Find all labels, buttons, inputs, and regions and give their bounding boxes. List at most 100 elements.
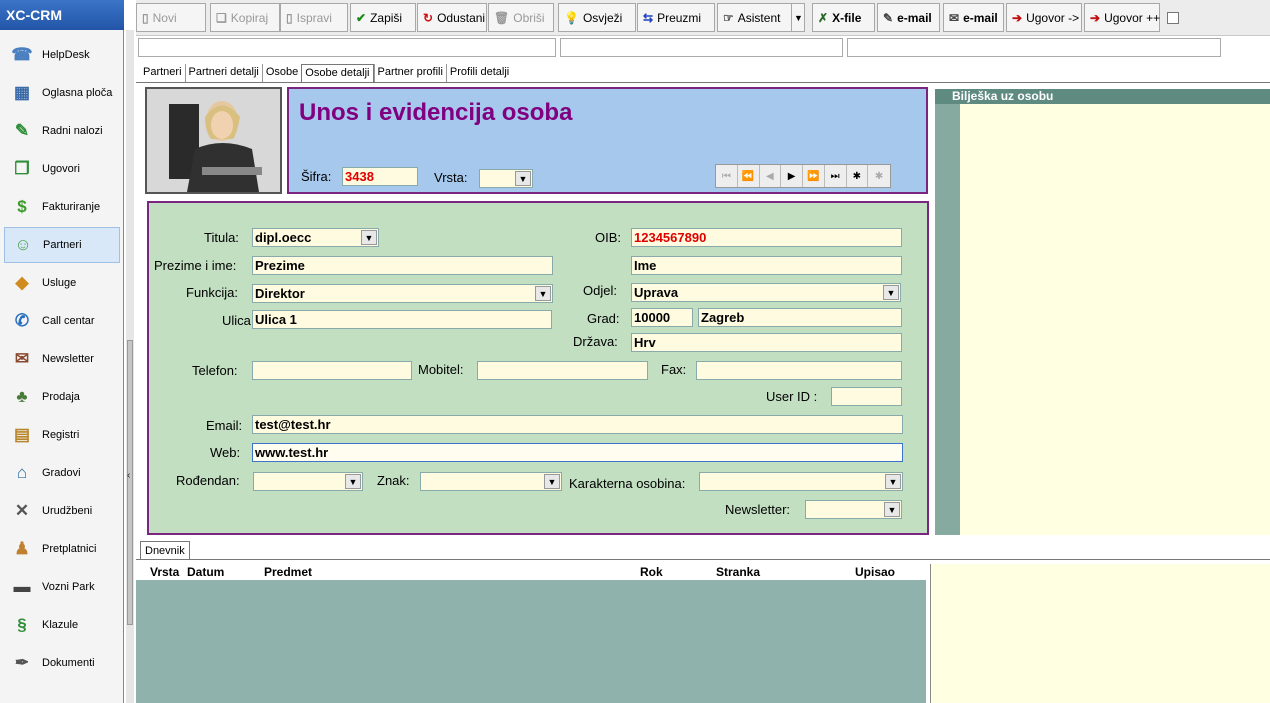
chevron-down-icon[interactable]: ▼ [884, 502, 900, 517]
sidebar-item-documents[interactable]: ✒ Dokumenti [4, 645, 120, 681]
column-header-rok[interactable]: Rok [640, 565, 663, 579]
new-record-icon[interactable]: ✱ [847, 165, 869, 187]
novi-button-0[interactable]: ▯ Novi [136, 3, 206, 32]
user-id-field[interactable] [831, 387, 902, 406]
sidebar-item-partners[interactable]: ☺ Partneri [4, 227, 120, 263]
telefon-field[interactable] [252, 361, 412, 380]
odjel-select[interactable]: Uprava ▼ [631, 283, 901, 302]
tab-profili-detalji[interactable]: Profili detalji [445, 64, 512, 83]
vrsta-select[interactable]: ▼ [479, 169, 533, 188]
titula-select[interactable]: dipl.oecc ▼ [252, 228, 379, 247]
delete-icon: 🗑 [494, 10, 510, 25]
sidebar-item-services[interactable]: ◆ Usluge [4, 265, 120, 301]
sidebar-item-call-center[interactable]: ✆ Call centar [4, 303, 120, 339]
sidebar-scroll-thumb[interactable] [127, 340, 133, 625]
assistant-dropdown-icon[interactable]: ▼ [791, 3, 805, 32]
collapse-arrow-icon[interactable]: ‹ [127, 470, 130, 481]
chevron-down-icon[interactable]: ▼ [515, 171, 531, 186]
oib-field[interactable]: 1234567890 [631, 228, 902, 247]
note-textarea[interactable] [960, 104, 1270, 535]
dnevnik-grid-body[interactable] [136, 580, 926, 703]
sidebar-item-invoice[interactable]: $ Fakturiranje [4, 189, 120, 225]
tab-osobe[interactable]: Osobe [261, 64, 301, 83]
sidebar-item-label: Registri [42, 429, 80, 441]
zapi-i-button-3[interactable]: ✔ Zapiši [350, 3, 416, 32]
sidebar-item-notice-board[interactable]: ▦ Oglasna ploča [4, 75, 120, 111]
postanski-broj-field[interactable]: 10000 [631, 308, 693, 327]
sidebar-item-registers[interactable]: ▤ Registri [4, 417, 120, 453]
prezime-field[interactable]: Prezime [252, 256, 553, 275]
sidebar-item-registry[interactable]: ✕ Urudžbeni [4, 493, 120, 529]
kopiraj-button-1[interactable]: ❏ Kopiraj [210, 3, 280, 32]
chevron-down-icon[interactable]: ▼ [361, 230, 377, 245]
rodjendan-select[interactable]: ▼ [253, 472, 363, 491]
cities-icon: ⌂ [16, 463, 28, 482]
tab-partneri[interactable]: Partneri [140, 64, 185, 83]
obri-i-button-5[interactable]: 🗑 Obriši [488, 3, 554, 32]
column-header-stranka[interactable]: Stranka [716, 565, 760, 579]
funkcija-select[interactable]: Direktor ▼ [252, 284, 553, 303]
chevron-down-icon[interactable]: ▼ [345, 474, 361, 489]
e-mail-button-11[interactable]: ✉ e-mail [943, 3, 1004, 32]
chevron-down-icon[interactable]: ▼ [883, 285, 899, 300]
odustani-button-4[interactable]: ↻ Odustani [417, 3, 487, 32]
delete-record-icon[interactable]: ✱ [868, 165, 890, 187]
last-record-icon[interactable]: ⏭ [825, 165, 847, 187]
chevron-down-icon[interactable]: ▼ [544, 474, 560, 489]
sidebar-item-label: Gradovi [42, 467, 81, 479]
subscribers-icon: ♟ [14, 539, 30, 558]
mobitel-field[interactable] [477, 361, 648, 380]
sidebar-item-helpdesk[interactable]: ☎ HelpDesk [4, 37, 120, 73]
osvje-i-button-6[interactable]: 💡 Osvježi [558, 3, 636, 32]
dnevnik-detail-pane[interactable] [930, 564, 1270, 703]
asistent-button-8[interactable]: ☞ Asistent [717, 3, 795, 32]
sifra-field[interactable]: 3438 [342, 167, 418, 186]
ugovor-button-13[interactable]: ➔ Ugovor ++ [1084, 3, 1160, 32]
znak-label: Znak: [377, 473, 410, 488]
x-file-button-9[interactable]: ✗ X-file [812, 3, 875, 32]
toolbar-button-label: e-mail [963, 10, 998, 25]
sidebar-item-clauses[interactable]: § Klazule [4, 607, 120, 643]
sidebar-item-sales[interactable]: ♣ Prodaja [4, 379, 120, 415]
sidebar-item-work-order[interactable]: ✎ Radni nalozi [4, 113, 120, 149]
znak-select[interactable]: ▼ [420, 472, 562, 491]
tab-dnevnik[interactable]: Dnevnik [140, 541, 190, 560]
karakterna-select[interactable]: ▼ [699, 472, 903, 491]
prev-record-icon[interactable]: ◀ [760, 165, 782, 187]
web-field[interactable]: www.test.hr [252, 443, 903, 462]
next-page-icon[interactable]: ⏩ [803, 165, 825, 187]
clauses-icon: § [17, 615, 27, 634]
e-mail-button-10[interactable]: ✎ e-mail [877, 3, 940, 32]
grad-field[interactable]: Zagreb [698, 308, 902, 327]
chevron-down-icon[interactable]: ▼ [885, 474, 901, 489]
column-header-datum[interactable]: Datum [187, 565, 224, 579]
preuzmi-button-7[interactable]: ⇆ Preuzmi [637, 3, 715, 32]
ispravi-button-2[interactable]: ▯ Ispravi [280, 3, 348, 32]
drzava-field[interactable]: Hrv [631, 333, 902, 352]
chevron-down-icon[interactable]: ▼ [535, 286, 551, 301]
column-header-predmet[interactable]: Predmet [264, 565, 312, 579]
fax-field[interactable] [696, 361, 902, 380]
prev-page-icon[interactable]: ⏪ [738, 165, 760, 187]
email-field[interactable]: test@test.hr [252, 415, 903, 434]
sidebar-item-subscribers[interactable]: ♟ Pretplatnici [4, 531, 120, 567]
tab-partneri-detalji[interactable]: Partneri detalji [184, 64, 262, 83]
column-header-vrsta[interactable]: Vrsta [150, 565, 179, 579]
x-file-icon: ✗ [818, 10, 829, 25]
first-record-icon[interactable]: ⏮ [716, 165, 738, 187]
toolbar-checkbox[interactable] [1167, 12, 1179, 24]
documents-icon: ✒ [14, 653, 30, 672]
tab-partner-profili[interactable]: Partner profili [373, 64, 446, 83]
tab-osobe-detalji[interactable]: Osobe detalji [301, 64, 374, 83]
newsletter-select[interactable]: ▼ [805, 500, 902, 519]
sidebar-item-contracts[interactable]: ❐ Ugovori [4, 151, 120, 187]
next-record-icon[interactable]: ▶ [781, 165, 803, 187]
ulica-field[interactable]: Ulica 1 [252, 310, 552, 329]
ugovor-button-12[interactable]: ➔ Ugovor -> [1006, 3, 1082, 32]
ime-field[interactable]: Ime [631, 256, 902, 275]
sidebar-item-label: Ugovori [42, 163, 80, 175]
column-header-upisao[interactable]: Upisao [855, 565, 895, 579]
sidebar-item-cities[interactable]: ⌂ Gradovi [4, 455, 120, 491]
sidebar-item-newsletter[interactable]: ✉ Newsletter [4, 341, 120, 377]
sidebar-item-car[interactable]: ▬ Vozni Park [4, 569, 120, 605]
